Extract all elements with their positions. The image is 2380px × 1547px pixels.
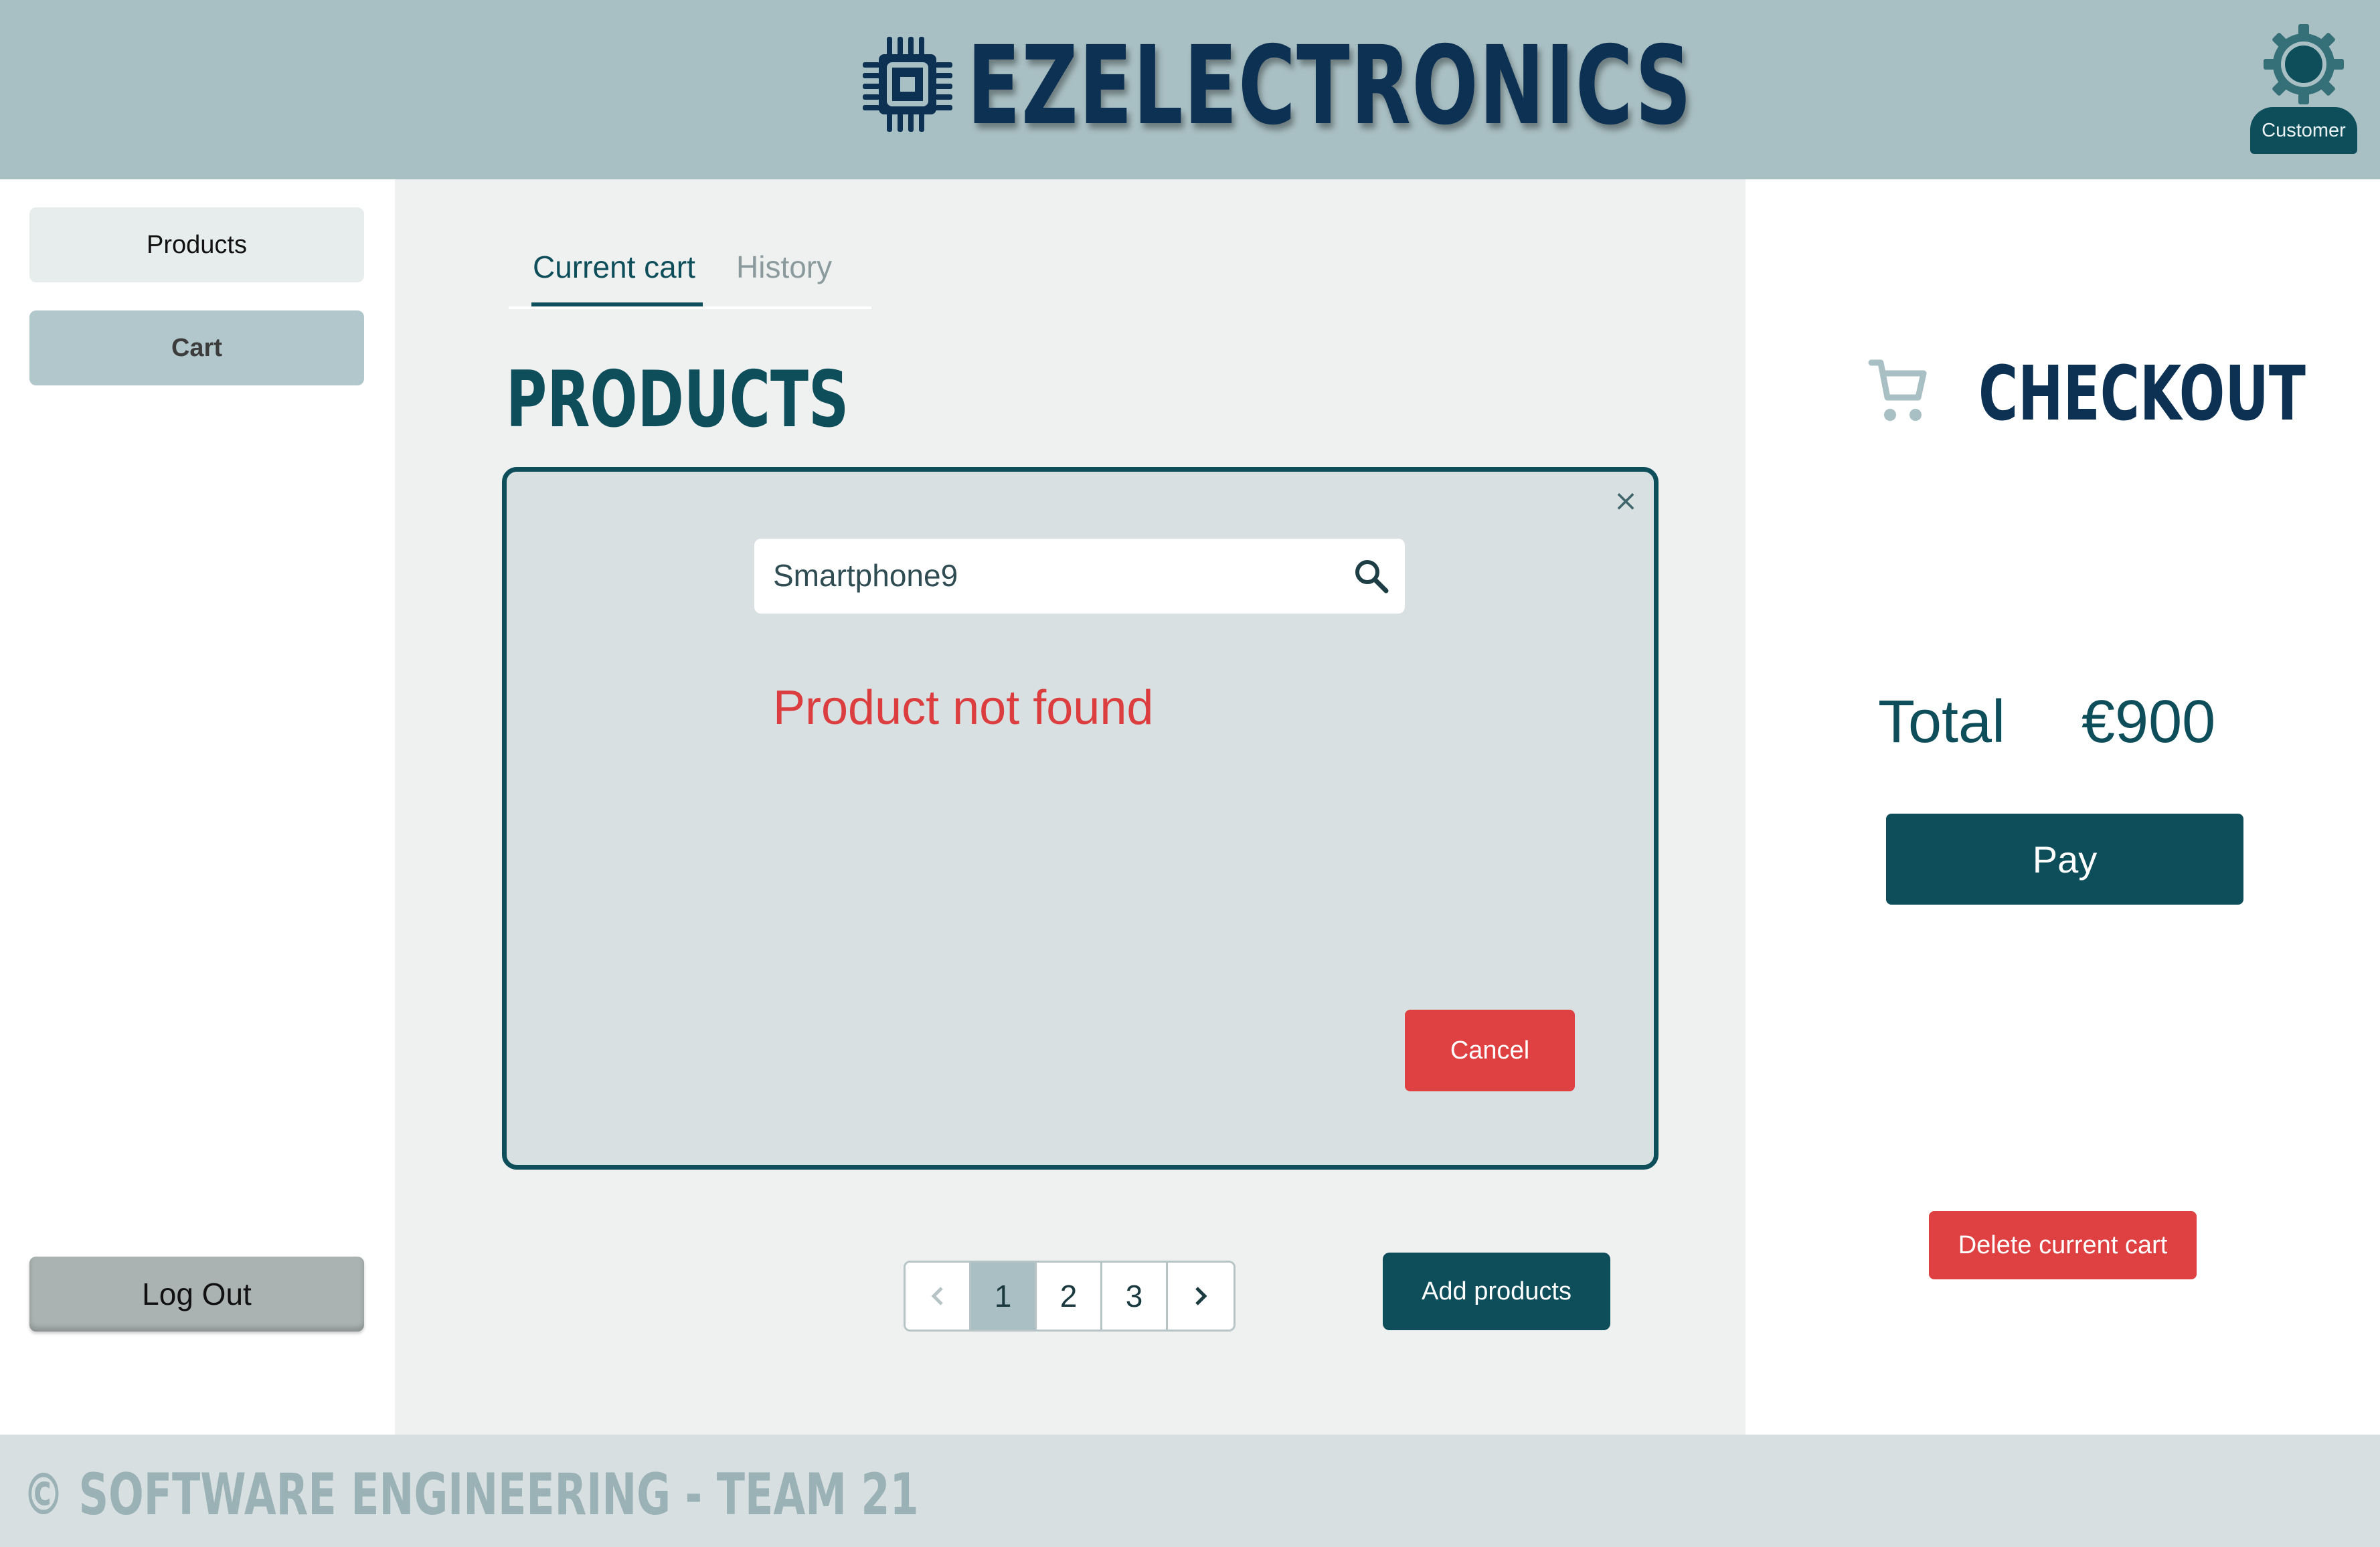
app-header: EZELECTRONICS Customer: [0, 0, 2380, 179]
delete-cart-button[interactable]: Delete current cart: [1929, 1211, 2197, 1279]
error-message: Product not found: [773, 681, 1154, 735]
next-page-button[interactable]: [1168, 1263, 1234, 1330]
tab-current-cart[interactable]: Current cart: [533, 249, 695, 285]
footer-copyright: © SOFTWARE ENGINEERING - TEAM 21: [23, 1461, 919, 1528]
brand-name: EZELECTRONICS: [967, 23, 1693, 149]
cart-tabs: Current cart History: [509, 249, 871, 309]
sidebar-item-cart[interactable]: Cart: [29, 310, 364, 385]
checkout-title: CHECKOUT: [1978, 351, 2380, 438]
close-icon[interactable]: ×: [1612, 486, 1639, 516]
brand-logo[interactable]: EZELECTRONICS: [860, 31, 1691, 141]
page-1-button[interactable]: 1: [971, 1263, 1037, 1330]
checkout-title-text: CHECKOUT: [1978, 351, 2306, 438]
tab-history[interactable]: History: [736, 249, 832, 285]
user-menu[interactable]: Customer: [2250, 23, 2357, 154]
logout-button[interactable]: Log Out: [29, 1257, 364, 1332]
page-2-button[interactable]: 2: [1037, 1263, 1102, 1330]
cancel-button[interactable]: Cancel: [1405, 1010, 1575, 1091]
gear-avatar-icon: [2264, 24, 2344, 104]
chip-icon: [863, 37, 952, 132]
sidebar: Products Cart Log Out: [0, 182, 395, 1435]
chevron-left-icon: [930, 1287, 943, 1305]
active-tab-indicator: [531, 302, 703, 306]
search-icon[interactable]: [1353, 557, 1390, 595]
sidebar-item-products[interactable]: Products: [29, 207, 364, 282]
pagination: 1 2 3: [904, 1261, 1236, 1332]
total-label: Total: [1878, 689, 2006, 755]
user-role-badge: Customer: [2250, 107, 2357, 154]
page-title: PRODUCTS: [506, 355, 982, 445]
search-input[interactable]: Smartphone9: [754, 539, 1405, 614]
search-input-value: Smartphone9: [773, 558, 958, 593]
footer: © SOFTWARE ENGINEERING - TEAM 21: [0, 1435, 2380, 1547]
total-value: €900: [2081, 689, 2216, 755]
search-product-modal: × Smartphone9 Product not found Cancel: [502, 467, 1659, 1170]
cart-icon: [1868, 359, 1927, 421]
page-title-text: PRODUCTS: [506, 355, 849, 445]
pay-button[interactable]: Pay: [1886, 814, 2243, 905]
prev-page-button[interactable]: [906, 1263, 971, 1330]
page-3-button[interactable]: 3: [1102, 1263, 1168, 1330]
chevron-right-icon: [1195, 1287, 1207, 1305]
add-products-button[interactable]: Add products: [1383, 1253, 1610, 1330]
